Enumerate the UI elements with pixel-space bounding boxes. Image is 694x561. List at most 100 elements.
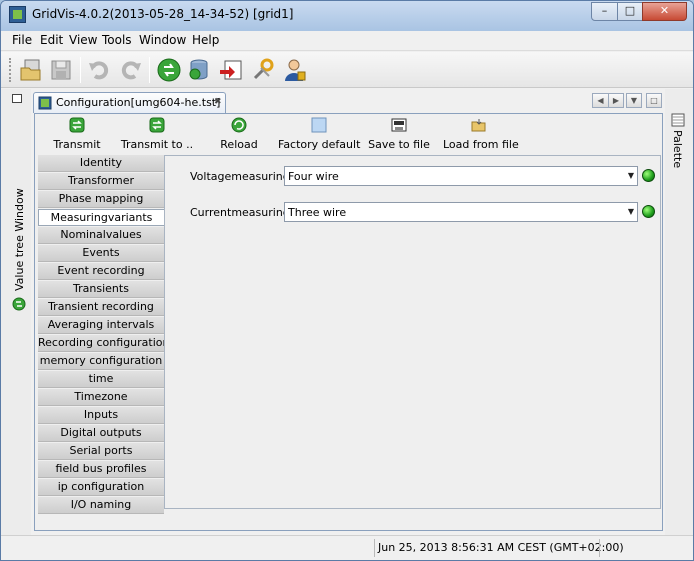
nav-item-transient-recording[interactable]: Transient recording bbox=[38, 299, 164, 316]
reload-button[interactable]: Reload bbox=[214, 116, 264, 152]
load-from-file-label: Load from file bbox=[443, 138, 519, 151]
currentmeasuring-label: Currentmeasuring bbox=[190, 206, 290, 219]
load-from-file-button[interactable]: Load from file bbox=[443, 116, 519, 152]
transmit-icon bbox=[157, 58, 181, 82]
voltagemeasuring-status-led bbox=[642, 169, 655, 182]
nav-item-timezone[interactable]: Timezone bbox=[38, 389, 164, 406]
editor-tab-row: Configuration[umg604-he.tst] ✖ ◀ ▶ ▼ □ bbox=[31, 89, 665, 113]
palette-tab[interactable]: Palette bbox=[671, 130, 684, 168]
transmit-to-icon bbox=[149, 117, 165, 133]
transmit-toolbar-button[interactable] bbox=[155, 56, 183, 84]
nav-item-event-recording[interactable]: Event recording bbox=[38, 263, 164, 280]
title-bar[interactable]: GridVis-4.0.2(2013-05-28_14-34-52) [grid… bbox=[1, 1, 693, 31]
maximize-editor-button[interactable]: □ bbox=[646, 93, 662, 108]
redo-icon bbox=[121, 61, 141, 80]
save-to-file-button[interactable]: Save to file bbox=[368, 116, 430, 152]
transmit-button[interactable]: Transmit bbox=[48, 116, 106, 152]
nav-item-recording-configuration[interactable]: Recording configuration bbox=[38, 335, 169, 352]
reload-icon bbox=[231, 117, 247, 133]
editor-area: Configuration[umg604-he.tst] ✖ ◀ ▶ ▼ □ T… bbox=[31, 89, 665, 535]
nav-item-inputs[interactable]: Inputs bbox=[38, 407, 164, 424]
save-icon bbox=[51, 60, 71, 80]
nav-item-time[interactable]: time bbox=[38, 371, 164, 388]
status-bar: Jun 25, 2013 8:56:31 AM CEST (GMT+02:00) bbox=[1, 535, 693, 560]
configuration-icon bbox=[38, 96, 52, 110]
factory-default-button[interactable]: Factory default bbox=[278, 116, 360, 152]
save-to-file-icon bbox=[391, 118, 407, 132]
scroll-tabs-left-button[interactable]: ◀ bbox=[592, 93, 609, 108]
configuration-action-bar: Transmit Transmit to .. Reload Factory d… bbox=[35, 114, 662, 153]
transmit-icon bbox=[69, 117, 85, 133]
tools-button[interactable] bbox=[249, 56, 277, 84]
menu-tools[interactable]: Tools bbox=[102, 33, 132, 47]
toolbar-grip[interactable] bbox=[9, 58, 13, 82]
toolbar-separator bbox=[149, 57, 150, 83]
database-icon bbox=[189, 59, 208, 80]
nav-item-measuringvariants[interactable]: Measuringvariants bbox=[38, 209, 164, 226]
nav-item-ip-configuration[interactable]: ip configuration bbox=[38, 479, 164, 496]
menu-file[interactable]: File bbox=[12, 33, 32, 47]
import-button[interactable] bbox=[217, 56, 245, 84]
scroll-tabs-right-button[interactable]: ▶ bbox=[608, 93, 624, 108]
currentmeasuring-status-led bbox=[642, 205, 655, 218]
undo-icon bbox=[89, 61, 109, 80]
nav-item-digital-outputs[interactable]: Digital outputs bbox=[38, 425, 164, 442]
chevron-down-icon: ▼ bbox=[627, 171, 634, 180]
database-button[interactable] bbox=[185, 56, 213, 84]
factory-default-label: Factory default bbox=[278, 138, 361, 151]
menu-view[interactable]: View bbox=[69, 33, 97, 47]
status-divider bbox=[599, 539, 600, 557]
nav-item-averaging-intervals[interactable]: Averaging intervals bbox=[38, 317, 164, 334]
user-button[interactable] bbox=[281, 56, 309, 84]
configuration-tab-label: Configuration[umg604-he.tst] bbox=[56, 96, 221, 109]
right-side-strip: Palette bbox=[665, 89, 693, 535]
save-button[interactable] bbox=[47, 56, 75, 84]
nav-item-transformer[interactable]: Transformer bbox=[38, 173, 164, 190]
nav-item-serial-ports[interactable]: Serial ports bbox=[38, 443, 164, 460]
left-side-strip: Value tree Window bbox=[1, 89, 31, 535]
nav-item-events[interactable]: Events bbox=[38, 245, 164, 262]
configuration-tab[interactable]: Configuration[umg604-he.tst] ✖ bbox=[33, 92, 226, 113]
transmit-label: Transmit bbox=[53, 138, 101, 151]
nav-item-phase-mapping[interactable]: Phase mapping bbox=[38, 191, 164, 208]
configuration-content: Transmit Transmit to .. Reload Factory d… bbox=[34, 113, 663, 531]
window-title: GridVis-4.0.2(2013-05-28_14-34-52) [grid… bbox=[32, 7, 294, 21]
maximize-button[interactable]: □ bbox=[617, 2, 643, 21]
nav-item-nominalvalues[interactable]: Nominalvalues bbox=[38, 227, 164, 244]
value-tree-icon bbox=[12, 297, 26, 311]
voltagemeasuring-value: Four wire bbox=[288, 170, 339, 183]
nav-item-io-naming[interactable]: I/O naming bbox=[38, 497, 164, 514]
save-to-file-label: Save to file bbox=[368, 138, 430, 151]
undo-button[interactable] bbox=[86, 56, 114, 84]
chevron-down-icon: ▼ bbox=[627, 207, 634, 216]
close-button[interactable]: ✕ bbox=[642, 2, 687, 21]
tab-close-icon[interactable]: ✖ bbox=[214, 97, 222, 107]
nav-item-transients[interactable]: Transients bbox=[38, 281, 164, 298]
import-icon bbox=[220, 60, 242, 80]
measuringvariants-panel: Voltagemeasuring Four wire ▼ Currentmeas… bbox=[164, 155, 661, 509]
menu-edit[interactable]: Edit bbox=[40, 33, 63, 47]
nav-item-memory-configuration[interactable]: memory configuration bbox=[38, 353, 164, 370]
reload-label: Reload bbox=[220, 138, 258, 151]
value-tree-window-tab[interactable]: Value tree Window bbox=[13, 188, 26, 291]
currentmeasuring-select[interactable]: Three wire ▼ bbox=[284, 202, 638, 222]
user-icon bbox=[285, 59, 306, 81]
voltagemeasuring-select[interactable]: Four wire ▼ bbox=[284, 166, 638, 186]
open-project-icon bbox=[20, 59, 41, 81]
tools-icon bbox=[253, 58, 274, 80]
show-opened-documents-button[interactable]: ▼ bbox=[626, 93, 642, 108]
transmit-to-button[interactable]: Transmit to .. bbox=[118, 116, 196, 152]
nav-item-field-bus-profiles[interactable]: field bus profiles bbox=[38, 461, 164, 478]
minimize-button[interactable]: – bbox=[591, 2, 618, 21]
menu-help[interactable]: Help bbox=[192, 33, 219, 47]
app-window: GridVis-4.0.2(2013-05-28_14-34-52) [grid… bbox=[0, 0, 694, 561]
menu-window[interactable]: Window bbox=[139, 33, 186, 47]
open-project-button[interactable] bbox=[17, 56, 45, 84]
restore-window-icon[interactable] bbox=[12, 94, 22, 103]
redo-button[interactable] bbox=[116, 56, 144, 84]
nav-item-identity[interactable]: Identity bbox=[38, 155, 164, 172]
factory-default-icon bbox=[311, 117, 327, 133]
status-divider bbox=[374, 539, 375, 557]
status-datetime: Jun 25, 2013 8:56:31 AM CEST (GMT+02:00) bbox=[378, 541, 624, 554]
voltagemeasuring-label: Voltagemeasuring bbox=[190, 170, 290, 183]
